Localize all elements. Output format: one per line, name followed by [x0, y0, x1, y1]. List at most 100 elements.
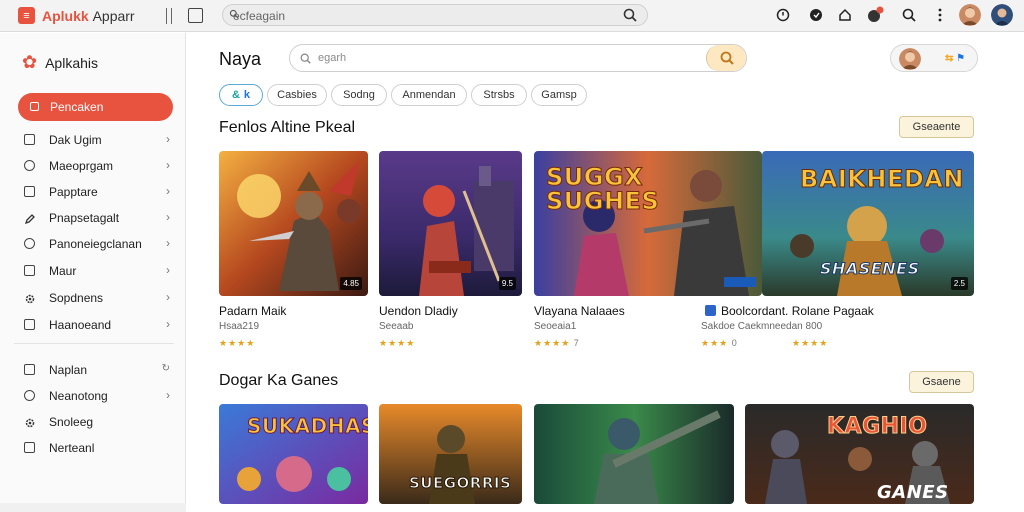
- game-card-image[interactable]: KAGHIO GANES: [745, 404, 974, 504]
- sidebar-item[interactable]: Panoneiegclanan ›: [22, 234, 172, 254]
- see-all-button[interactable]: Gseaente: [899, 116, 974, 138]
- filter-chip[interactable]: Gamsp: [531, 84, 587, 106]
- see-all-button[interactable]: Gsaene: [909, 371, 974, 393]
- sidebar-item[interactable]: Pnapsetagalt ›: [22, 208, 172, 228]
- sidebar-item-label: Haanoeand: [49, 318, 112, 332]
- card-title[interactable]: Uendon Dladiy: [379, 304, 458, 318]
- tag-icon: &: [231, 89, 240, 101]
- more-vertical-icon[interactable]: [931, 6, 949, 24]
- user-menu[interactable]: ⇆ ⚑: [890, 44, 978, 72]
- stars: ★★★★: [792, 338, 829, 348]
- search-button[interactable]: [706, 45, 746, 71]
- game-logo-text: KAGHIO: [826, 414, 928, 440]
- circle-icon: [24, 238, 35, 249]
- home-icon[interactable]: [836, 6, 854, 24]
- avatar[interactable]: [959, 4, 981, 26]
- filter-chip-active[interactable]: & k: [219, 84, 263, 106]
- sidebar-item[interactable]: Neanotong ›: [22, 386, 172, 406]
- app-logo-icon: ≡: [18, 7, 35, 24]
- sidebar-brand[interactable]: ✿ Aplkahis: [22, 52, 98, 73]
- section-title: Dogar Ka Ganes: [219, 372, 339, 389]
- chevron-right-icon: ›: [166, 317, 170, 331]
- card-subtitle: Seeaab: [379, 321, 414, 332]
- sidebar-item-label: Maeoprgam: [49, 159, 114, 173]
- sidebar-item[interactable]: Haanoeand ›: [22, 315, 172, 335]
- sidebar-item[interactable]: Maur ›: [22, 261, 172, 281]
- chevron-right-icon: ›: [166, 263, 170, 277]
- dark-mode-icon[interactable]: [807, 6, 825, 24]
- split-view-icon[interactable]: [166, 8, 172, 24]
- chip-label: Anmendan: [402, 89, 456, 101]
- rating-count: 0: [731, 338, 737, 348]
- game-card-image[interactable]: 9.5: [379, 151, 522, 296]
- chevron-right-icon: ›: [166, 184, 170, 198]
- stars: ★★★★: [534, 338, 571, 348]
- sidebar-item-label: Panoneiegclanan: [49, 237, 142, 251]
- filter-chip[interactable]: Anmendan: [391, 84, 467, 106]
- section-title: Fenlos Altine Pkeal: [219, 119, 356, 136]
- sidebar-item-label: Snoleeg: [49, 415, 94, 429]
- game-card-image[interactable]: SUGGX SUGHES: [534, 151, 762, 296]
- facebook-icon: [705, 305, 716, 316]
- notification-icon[interactable]: [866, 6, 884, 24]
- sidebar-item[interactable]: Nerteanl: [22, 438, 172, 458]
- search-input[interactable]: egarh: [289, 44, 747, 72]
- sidebar-item-label: Papptare: [49, 185, 98, 199]
- sidebar-item[interactable]: Sopdnens ›: [22, 288, 172, 308]
- refresh-icon: ↻: [161, 363, 170, 374]
- box-icon: [24, 442, 35, 453]
- search-icon[interactable]: [623, 8, 637, 22]
- box-icon: [30, 102, 39, 111]
- game-card-image[interactable]: 4.85: [219, 151, 368, 296]
- game-logo-text: SUKADHAS: [247, 414, 368, 439]
- sidebar-item-label: Dak Ugim: [49, 133, 102, 147]
- sidebar-item[interactable]: Snoleeg: [22, 412, 172, 432]
- card-subtitle: Hsaa219: [219, 321, 260, 332]
- chevron-right-icon: ›: [166, 132, 170, 146]
- card-title[interactable]: Boolcordant. Rolane Pagaak: [721, 304, 874, 318]
- sidebar: ✿ Aplkahis Pencaken Dak Ugim › Maeoprgam…: [0, 33, 186, 512]
- checkbox-icon: [24, 319, 35, 330]
- sidebar-brand-label: Aplkahis: [45, 54, 99, 71]
- chevron-right-icon: ›: [166, 210, 170, 224]
- game-card-image[interactable]: SUEGORRIS: [379, 404, 522, 504]
- search-icon: [720, 51, 734, 65]
- star-rating: ★★★★ 7: [534, 338, 579, 349]
- game-card-image[interactable]: BAIKHEDAN SHASENES 2.5: [762, 151, 974, 296]
- game-card-image[interactable]: [534, 404, 734, 504]
- sidebar-item[interactable]: Papptare ›: [22, 182, 172, 202]
- chip-label: Sodng: [343, 89, 375, 101]
- sidebar-item[interactable]: Maeoprgam ›: [22, 156, 172, 176]
- sidebar-item-label: Nerteanl: [49, 441, 95, 455]
- profile-avatar[interactable]: [991, 4, 1013, 26]
- card-title[interactable]: Padarn Maik: [219, 304, 286, 318]
- stars: ★★★★: [219, 338, 256, 348]
- chevron-right-icon: ›: [166, 236, 170, 250]
- filter-chip[interactable]: Casbies: [267, 84, 327, 106]
- stars: ★★★: [701, 338, 729, 348]
- history-icon[interactable]: [774, 6, 792, 24]
- doc-icon: [24, 364, 35, 375]
- sidebar-item-label: Sopdnens: [49, 291, 104, 305]
- app-title-part1: Aplukk: [42, 8, 89, 24]
- box-icon: [24, 265, 35, 276]
- filter-chip[interactable]: Sodng: [331, 84, 387, 106]
- filter-chip[interactable]: Strsbs: [471, 84, 527, 106]
- card-subtitle: Seoeaia1: [534, 321, 577, 332]
- zoom-icon[interactable]: [900, 6, 918, 24]
- chip-label: k: [243, 89, 251, 101]
- sidebar-item-active[interactable]: Pencaken: [18, 93, 173, 121]
- sidebar-item-label: Maur: [49, 264, 77, 278]
- user-menu-icons: ⇆ ⚑: [945, 53, 966, 64]
- app-title-part2: Apparr: [92, 8, 135, 24]
- window-icon[interactable]: [188, 8, 203, 23]
- sidebar-item[interactable]: Naplan ↻: [22, 360, 172, 380]
- star-rating-2: ★★★★: [792, 338, 828, 349]
- sidebar-item[interactable]: Dak Ugim ›: [22, 130, 172, 150]
- game-card-image[interactable]: SUKADHAS: [219, 404, 368, 504]
- card-title[interactable]: Vlayana Nalaaes: [534, 304, 625, 318]
- page-title: Naya: [219, 49, 262, 69]
- top-search-input[interactable]: ecfeagain: [222, 4, 648, 26]
- sidebar-divider: [14, 343, 174, 344]
- gear-icon: [24, 292, 35, 304]
